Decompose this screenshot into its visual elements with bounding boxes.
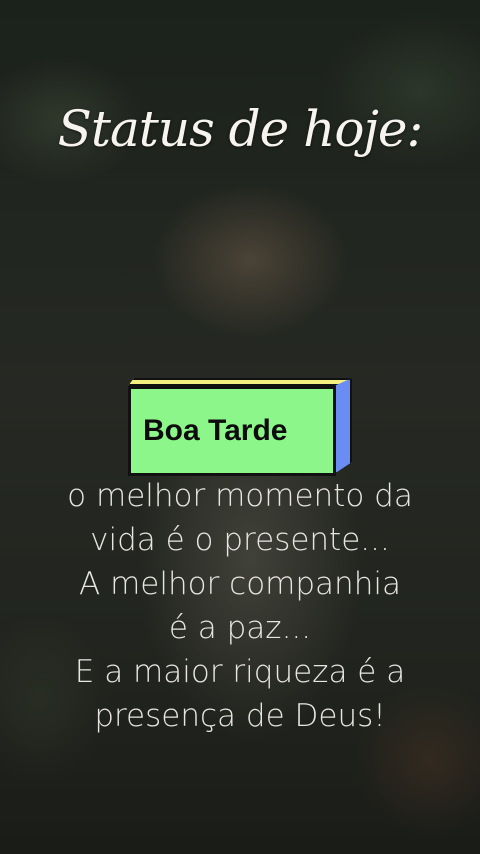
quote-line: E a maior riqueza é a	[74, 654, 406, 690]
quote-line: vida é o presente...	[90, 522, 390, 558]
quote-line: o melhor momento da	[67, 478, 413, 514]
boa-tarde-sticker[interactable]: Boa Tarde	[128, 378, 352, 476]
sticker-side-face	[334, 378, 352, 474]
quote-line: A melhor companhia	[79, 566, 401, 602]
quote-line: presença de Deus!	[94, 698, 386, 734]
sticker-top-face	[128, 378, 352, 386]
quote-line: é a paz...	[168, 610, 312, 646]
status-title: Status de hoje:	[57, 100, 424, 158]
sticker-label: Boa Tarde	[128, 386, 336, 476]
